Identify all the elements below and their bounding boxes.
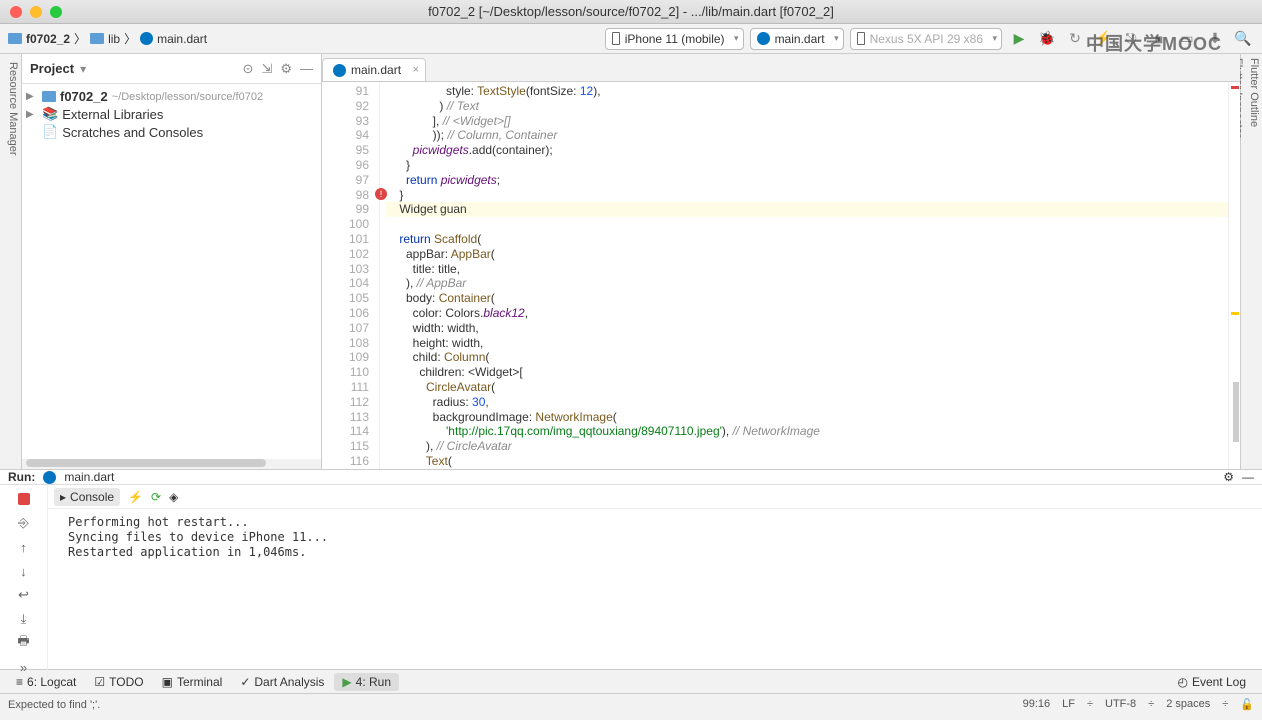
editor-tab-main[interactable]: main.dart × — [322, 58, 426, 81]
attach-debugger-button[interactable]: ⎆ — [14, 513, 34, 533]
project-panel: Project ▾ ⊙ ⇲ ⚙ — ▶ f0702_2 ~/Desktop/le… — [22, 54, 322, 469]
file-encoding[interactable]: UTF-8 — [1105, 698, 1136, 711]
print-button[interactable]: 🖶 — [14, 633, 34, 653]
dart-file-icon — [333, 64, 346, 77]
right-tool-strip: Flutter Outline Flutter Inspector Flutte… — [1240, 54, 1262, 469]
soft-wrap-button[interactable]: ↩ — [14, 585, 34, 605]
scroll-end-button[interactable]: ⤓ — [14, 609, 34, 629]
profile-button[interactable]: ↻ — [1064, 28, 1086, 50]
tree-external-libraries[interactable]: ▶📚 External Libraries — [22, 105, 321, 123]
flutter-outline-tab[interactable]: Flutter Outline — [1246, 54, 1262, 469]
watermark: 中国大学MOOC — [1086, 30, 1222, 56]
run-panel: Run: main.dart ⚙ — ⎆ ↑ ↓ ↩ ⤓ 🖶 » ▸ Conso… — [0, 469, 1262, 669]
status-message: Expected to find ';'. — [8, 699, 100, 711]
console-output[interactable]: Performing hot restart... Syncing files … — [48, 509, 1262, 677]
folder-icon — [90, 33, 104, 44]
main-toolbar: f0702_2 〉 lib 〉 main.dart iPhone 11 (mob… — [0, 24, 1262, 54]
avd-selector[interactable]: Nexus 5X API 29 x86 — [850, 28, 1002, 50]
cursor-position[interactable]: 99:16 — [1023, 698, 1051, 711]
logcat-tab[interactable]: ≡6: Logcat — [8, 673, 84, 691]
window-title: f0702_2 [~/Desktop/lesson/source/f0702_2… — [0, 4, 1262, 19]
horizontal-scrollbar[interactable] — [22, 459, 321, 469]
line-gutter[interactable]: 91929394959697!9899100101102103104105106… — [322, 82, 380, 469]
dart-file-icon — [757, 32, 770, 45]
up-stack-button[interactable]: ↑ — [14, 537, 34, 557]
left-tool-strip: Resource Manager 1: Project Build Varian… — [0, 54, 22, 469]
run-tab[interactable]: ▶4: Run — [334, 673, 399, 691]
run-button[interactable]: ▶ — [1008, 28, 1030, 50]
dart-analysis-tab[interactable]: ✓Dart Analysis — [232, 673, 332, 691]
error-stripe[interactable] — [1228, 82, 1240, 469]
breadcrumb-folder: lib — [108, 32, 120, 46]
window-titlebar: f0702_2 [~/Desktop/lesson/source/f0702_2… — [0, 0, 1262, 24]
run-panel-label: Run: — [8, 470, 35, 484]
readonly-lock-icon[interactable]: 🔓 — [1240, 698, 1254, 711]
select-opened-icon[interactable]: ⊙ — [243, 61, 254, 77]
search-icon[interactable]: 🔍 — [1232, 28, 1254, 50]
open-devtools-icon[interactable]: ◈ — [169, 490, 178, 504]
close-tab-icon[interactable]: × — [413, 64, 419, 76]
code-editor: main.dart × 91929394959697!9899100101102… — [322, 54, 1240, 469]
dart-file-icon — [43, 471, 56, 484]
run-config-name: main.dart — [64, 470, 114, 484]
tree-scratches[interactable]: 📄 Scratches and Consoles — [22, 123, 321, 141]
event-log-tab[interactable]: ◴Event Log — [1169, 673, 1254, 691]
folder-icon — [42, 91, 56, 102]
down-stack-button[interactable]: ↓ — [14, 561, 34, 581]
project-panel-title: Project — [30, 61, 74, 76]
terminal-tab[interactable]: ▣Terminal — [154, 673, 231, 691]
phone-icon — [612, 32, 620, 45]
breadcrumb-root: f0702_2 — [26, 32, 70, 46]
expand-icon[interactable]: ⇲ — [261, 61, 272, 77]
code-text[interactable]: style: TextStyle(fontSize: 12), ) // Tex… — [380, 82, 1228, 469]
console-tab[interactable]: ▸ Console — [54, 488, 120, 506]
settings-icon[interactable]: ⚙ — [1223, 470, 1234, 484]
hide-run-panel-icon[interactable]: — — [1242, 470, 1254, 484]
editor-tabbar: main.dart × — [322, 54, 1240, 82]
breadcrumb-file: main.dart — [157, 32, 207, 46]
breadcrumb[interactable]: f0702_2 〉 lib 〉 main.dart — [8, 30, 207, 47]
collapse-icon[interactable]: ⚙ — [280, 61, 292, 77]
device-selector[interactable]: iPhone 11 (mobile) — [605, 28, 744, 50]
status-bar: Expected to find ';'. 99:16 LF ÷ UTF-8 ÷… — [0, 693, 1262, 715]
resource-manager-tab[interactable]: Resource Manager — [5, 58, 21, 469]
run-side-toolbar: ⎆ ↑ ↓ ↩ ⤓ 🖶 » — [0, 485, 48, 677]
debug-button[interactable]: 🐞 — [1036, 28, 1058, 50]
tree-root[interactable]: ▶ f0702_2 ~/Desktop/lesson/source/f0702 — [22, 88, 321, 105]
line-separator[interactable]: LF — [1062, 698, 1075, 711]
dart-file-icon — [140, 32, 153, 45]
run-config-selector[interactable]: main.dart — [750, 28, 844, 50]
todo-tab[interactable]: ☑TODO — [86, 673, 151, 691]
project-tree[interactable]: ▶ f0702_2 ~/Desktop/lesson/source/f0702 … — [22, 84, 321, 145]
indent-setting[interactable]: 2 spaces — [1166, 698, 1210, 711]
folder-icon — [8, 33, 22, 44]
phone-icon — [857, 32, 865, 45]
console-play-icon: ▸ — [60, 490, 66, 504]
hot-reload-icon[interactable]: ⚡ — [128, 490, 143, 504]
hide-panel-icon[interactable]: — — [300, 61, 313, 77]
stop-run-button[interactable] — [14, 489, 34, 509]
hot-restart-icon[interactable]: ⟳ — [151, 490, 161, 504]
